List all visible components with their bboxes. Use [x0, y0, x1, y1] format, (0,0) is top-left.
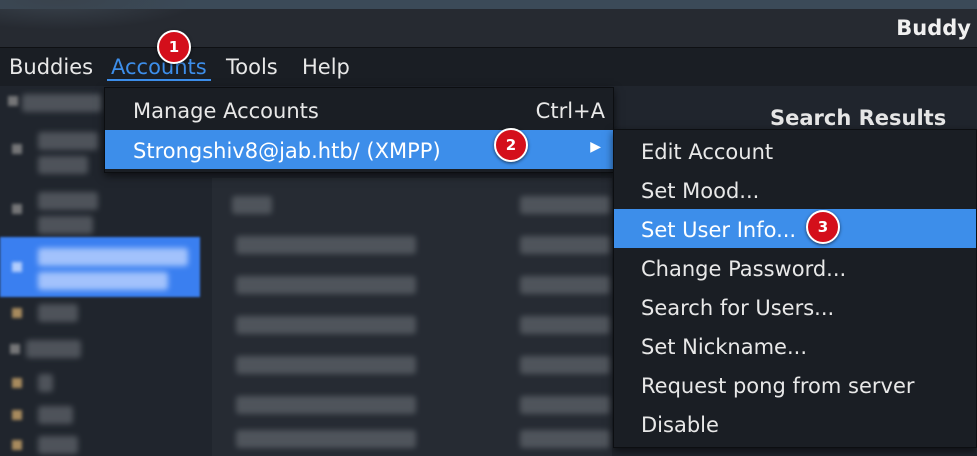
- wallpaper-glow: [0, 0, 200, 30]
- menu-item-label: Set Nickname...: [641, 335, 807, 359]
- accounts-menu: Manage Accounts Ctrl+A Strongshiv8@jab.h…: [104, 87, 614, 173]
- menu-item-label: Set User Info...: [641, 218, 797, 242]
- menu-item-search-users[interactable]: Search for Users...: [614, 287, 976, 326]
- menu-item-label: Request pong from server: [641, 374, 915, 398]
- status-icon: [12, 410, 22, 420]
- menu-item-label: Change Password...: [641, 257, 847, 281]
- status-icon: [8, 96, 18, 106]
- table-row: [232, 196, 272, 214]
- menu-item-label: Disable: [641, 413, 719, 437]
- menu-bar: Buddies Accounts Tools Help: [0, 48, 977, 86]
- menu-item-account[interactable]: Strongshiv8@jab.htb/ (XMPP) ▶: [105, 130, 613, 169]
- step-badge-1: 1: [157, 30, 191, 64]
- submenu-arrow-icon: ▶: [590, 139, 601, 155]
- list-item: [38, 304, 78, 322]
- table-row: [236, 356, 416, 374]
- status-icon: [12, 308, 22, 318]
- list-item: [38, 272, 168, 290]
- menu-item-edit-account[interactable]: Edit Account: [614, 131, 976, 170]
- table-row: [520, 396, 610, 414]
- table-row: [236, 396, 416, 414]
- table-row: [236, 236, 416, 254]
- status-icon: [12, 440, 22, 450]
- status-icon: [12, 378, 22, 388]
- menu-item-request-pong[interactable]: Request pong from server: [614, 365, 976, 404]
- list-item: [22, 94, 102, 112]
- menu-item-change-password[interactable]: Change Password...: [614, 248, 976, 287]
- menu-item-label: Edit Account: [641, 140, 774, 164]
- list-item: [38, 374, 53, 392]
- menu-item-set-mood[interactable]: Set Mood...: [614, 170, 976, 209]
- account-submenu: Edit Account Set Mood... Set User Info..…: [613, 129, 977, 448]
- menu-item-label: Set Mood...: [641, 179, 760, 203]
- menu-item-label: Manage Accounts: [133, 99, 319, 123]
- list-item: [38, 216, 93, 234]
- list-item: [38, 406, 73, 424]
- menu-item-manage-accounts[interactable]: Manage Accounts Ctrl+A: [105, 90, 613, 129]
- table-row: [520, 236, 610, 254]
- menu-item-disable[interactable]: Disable: [614, 404, 976, 443]
- status-icon: [10, 344, 20, 354]
- menu-help[interactable]: Help: [298, 55, 354, 79]
- search-results-title: Search Results: [770, 106, 947, 130]
- menu-item-set-nickname[interactable]: Set Nickname...: [614, 326, 976, 365]
- table-row: [520, 196, 610, 214]
- status-icon: [12, 262, 22, 272]
- list-item: [38, 156, 88, 174]
- table-row: [520, 316, 610, 334]
- list-item: [38, 436, 78, 454]
- list-item: [26, 340, 81, 358]
- menu-item-set-user-info[interactable]: Set User Info...: [614, 209, 976, 248]
- step-badge-3: 3: [806, 210, 840, 244]
- list-item: [38, 132, 98, 150]
- table-row: [520, 430, 610, 448]
- step-badge-2: 2: [494, 128, 528, 162]
- status-icon: [12, 204, 22, 214]
- title-bar: Buddy: [0, 0, 977, 48]
- menu-item-label: Search for Users...: [641, 296, 835, 320]
- window-title: Buddy: [896, 16, 971, 40]
- table-row: [236, 276, 416, 294]
- menu-tools[interactable]: Tools: [222, 55, 282, 79]
- table-row: [236, 316, 416, 334]
- search-results-table: [212, 178, 612, 456]
- list-item: [38, 248, 188, 266]
- menu-item-label: Strongshiv8@jab.htb/ (XMPP): [133, 139, 441, 163]
- menu-buddies[interactable]: Buddies: [5, 55, 97, 79]
- table-row: [520, 276, 610, 294]
- table-row: [520, 356, 610, 374]
- status-icon: [12, 144, 22, 154]
- table-row: [236, 430, 416, 448]
- shortcut-label: Ctrl+A: [535, 99, 605, 123]
- menu-accounts[interactable]: Accounts: [107, 55, 211, 81]
- list-item: [38, 192, 98, 210]
